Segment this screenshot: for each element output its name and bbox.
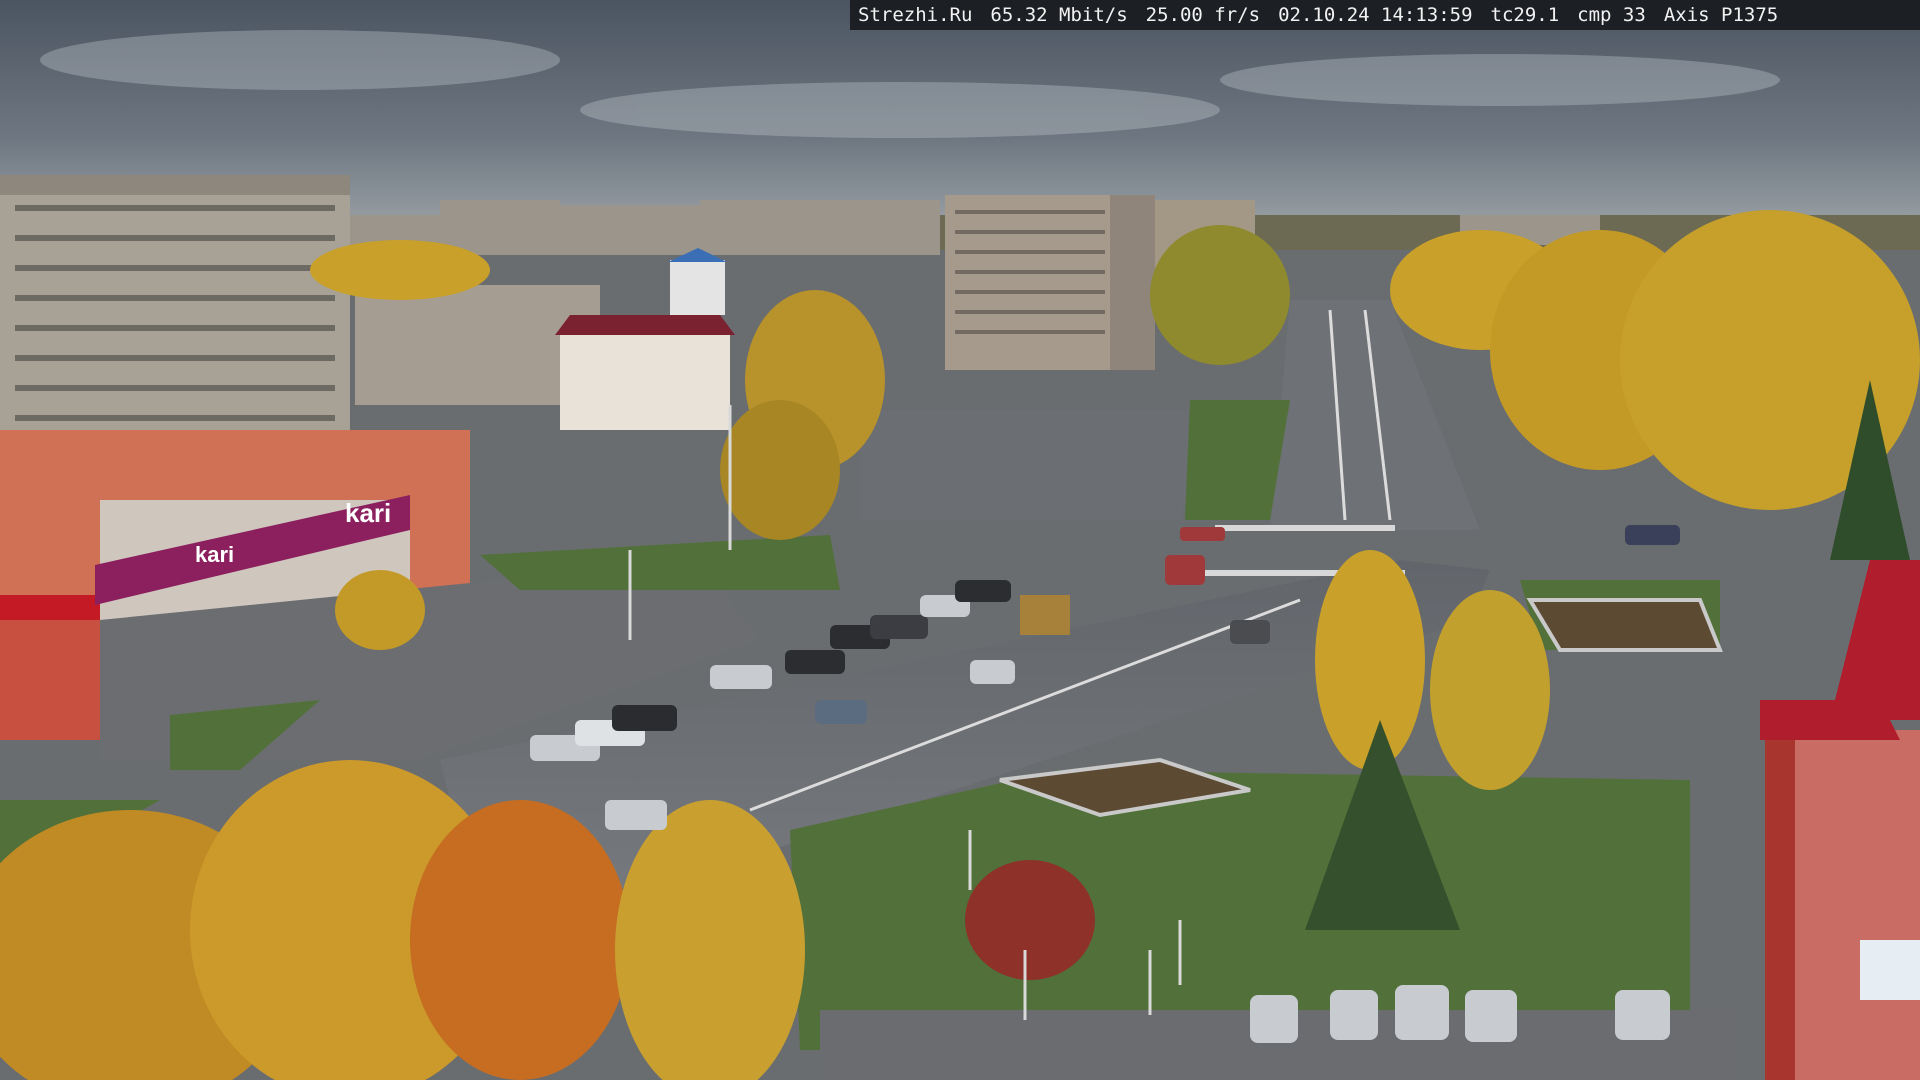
plaza <box>860 410 1210 520</box>
cmp-label: cmp 33 <box>1577 4 1646 26</box>
red-roof-building <box>560 330 730 430</box>
flower-bed <box>1526 598 1723 652</box>
kari-sign-main: kari <box>345 498 391 528</box>
blue-roof-tower <box>670 260 725 315</box>
site-label: Strezhi.Ru <box>858 4 973 26</box>
camera-scene: kari kari <box>0 0 1920 1080</box>
kari-sign-lower: kari <box>195 542 234 567</box>
camera-info-overlay: Strezhi.Ru 65.32 Mbit/s 25.00 fr/s 02.10.24… <box>850 0 1920 30</box>
red-shrub <box>965 860 1095 980</box>
red-roof <box>555 315 735 335</box>
bitrate-label: 65.32 Mbit/s <box>990 4 1128 26</box>
camera-model-label: Axis P1375 <box>1663 4 1779 26</box>
datetime-label: 02.10.24 14:13:59 <box>1278 4 1473 26</box>
excavator <box>1020 595 1070 635</box>
framerate-label: 25.00 fr/s <box>1145 4 1261 26</box>
tc-label: tc29.1 <box>1490 4 1560 26</box>
